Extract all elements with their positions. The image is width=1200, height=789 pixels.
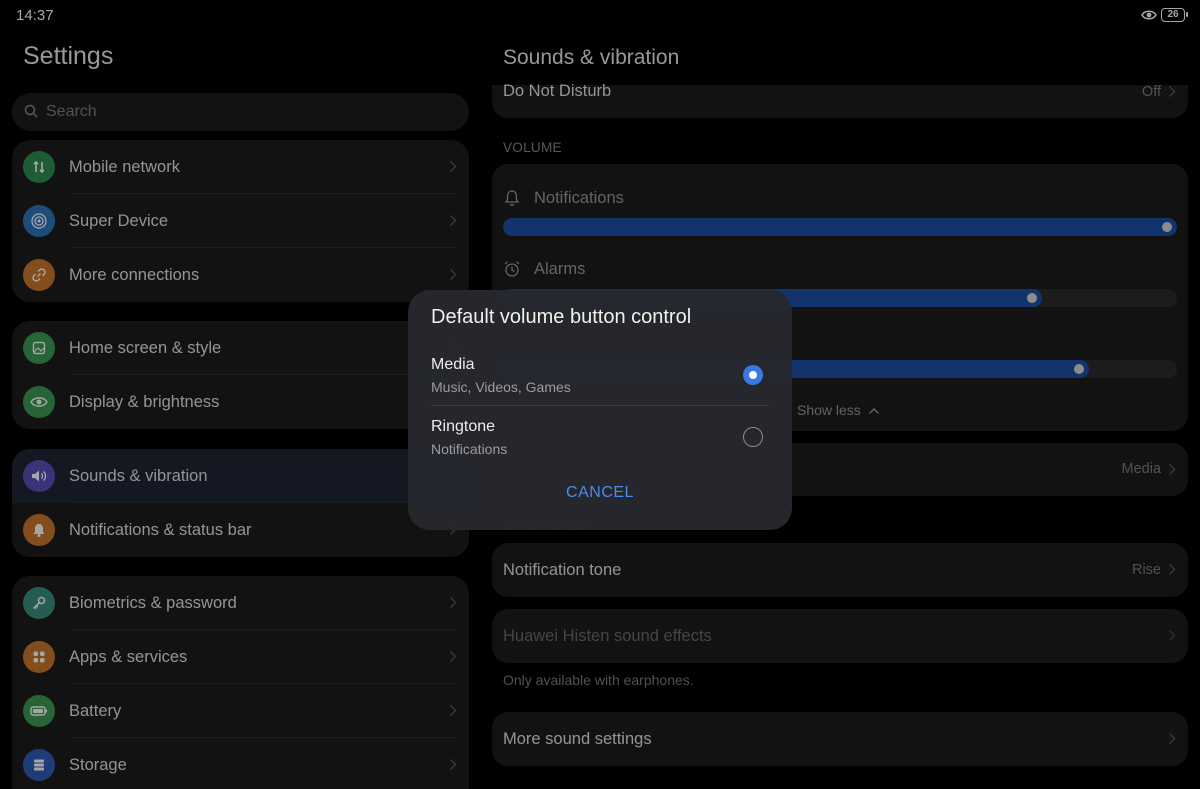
option-title: Ringtone xyxy=(431,418,496,435)
option-subtitle: Music, Videos, Games xyxy=(431,379,571,395)
option-subtitle: Notifications xyxy=(431,441,508,457)
dialog-title: Default volume button control xyxy=(431,306,692,328)
option-ringtone[interactable]: Ringtone Notifications xyxy=(431,418,776,480)
option-media[interactable]: Media Music, Videos, Games xyxy=(431,356,776,418)
radio-button[interactable] xyxy=(743,427,763,447)
volume-button-control-dialog: Default volume button control Media Musi… xyxy=(408,290,792,530)
option-title: Media xyxy=(431,356,475,373)
radio-button-selected[interactable] xyxy=(743,365,763,385)
cancel-button[interactable]: CANCEL xyxy=(408,484,792,502)
divider xyxy=(431,405,769,406)
